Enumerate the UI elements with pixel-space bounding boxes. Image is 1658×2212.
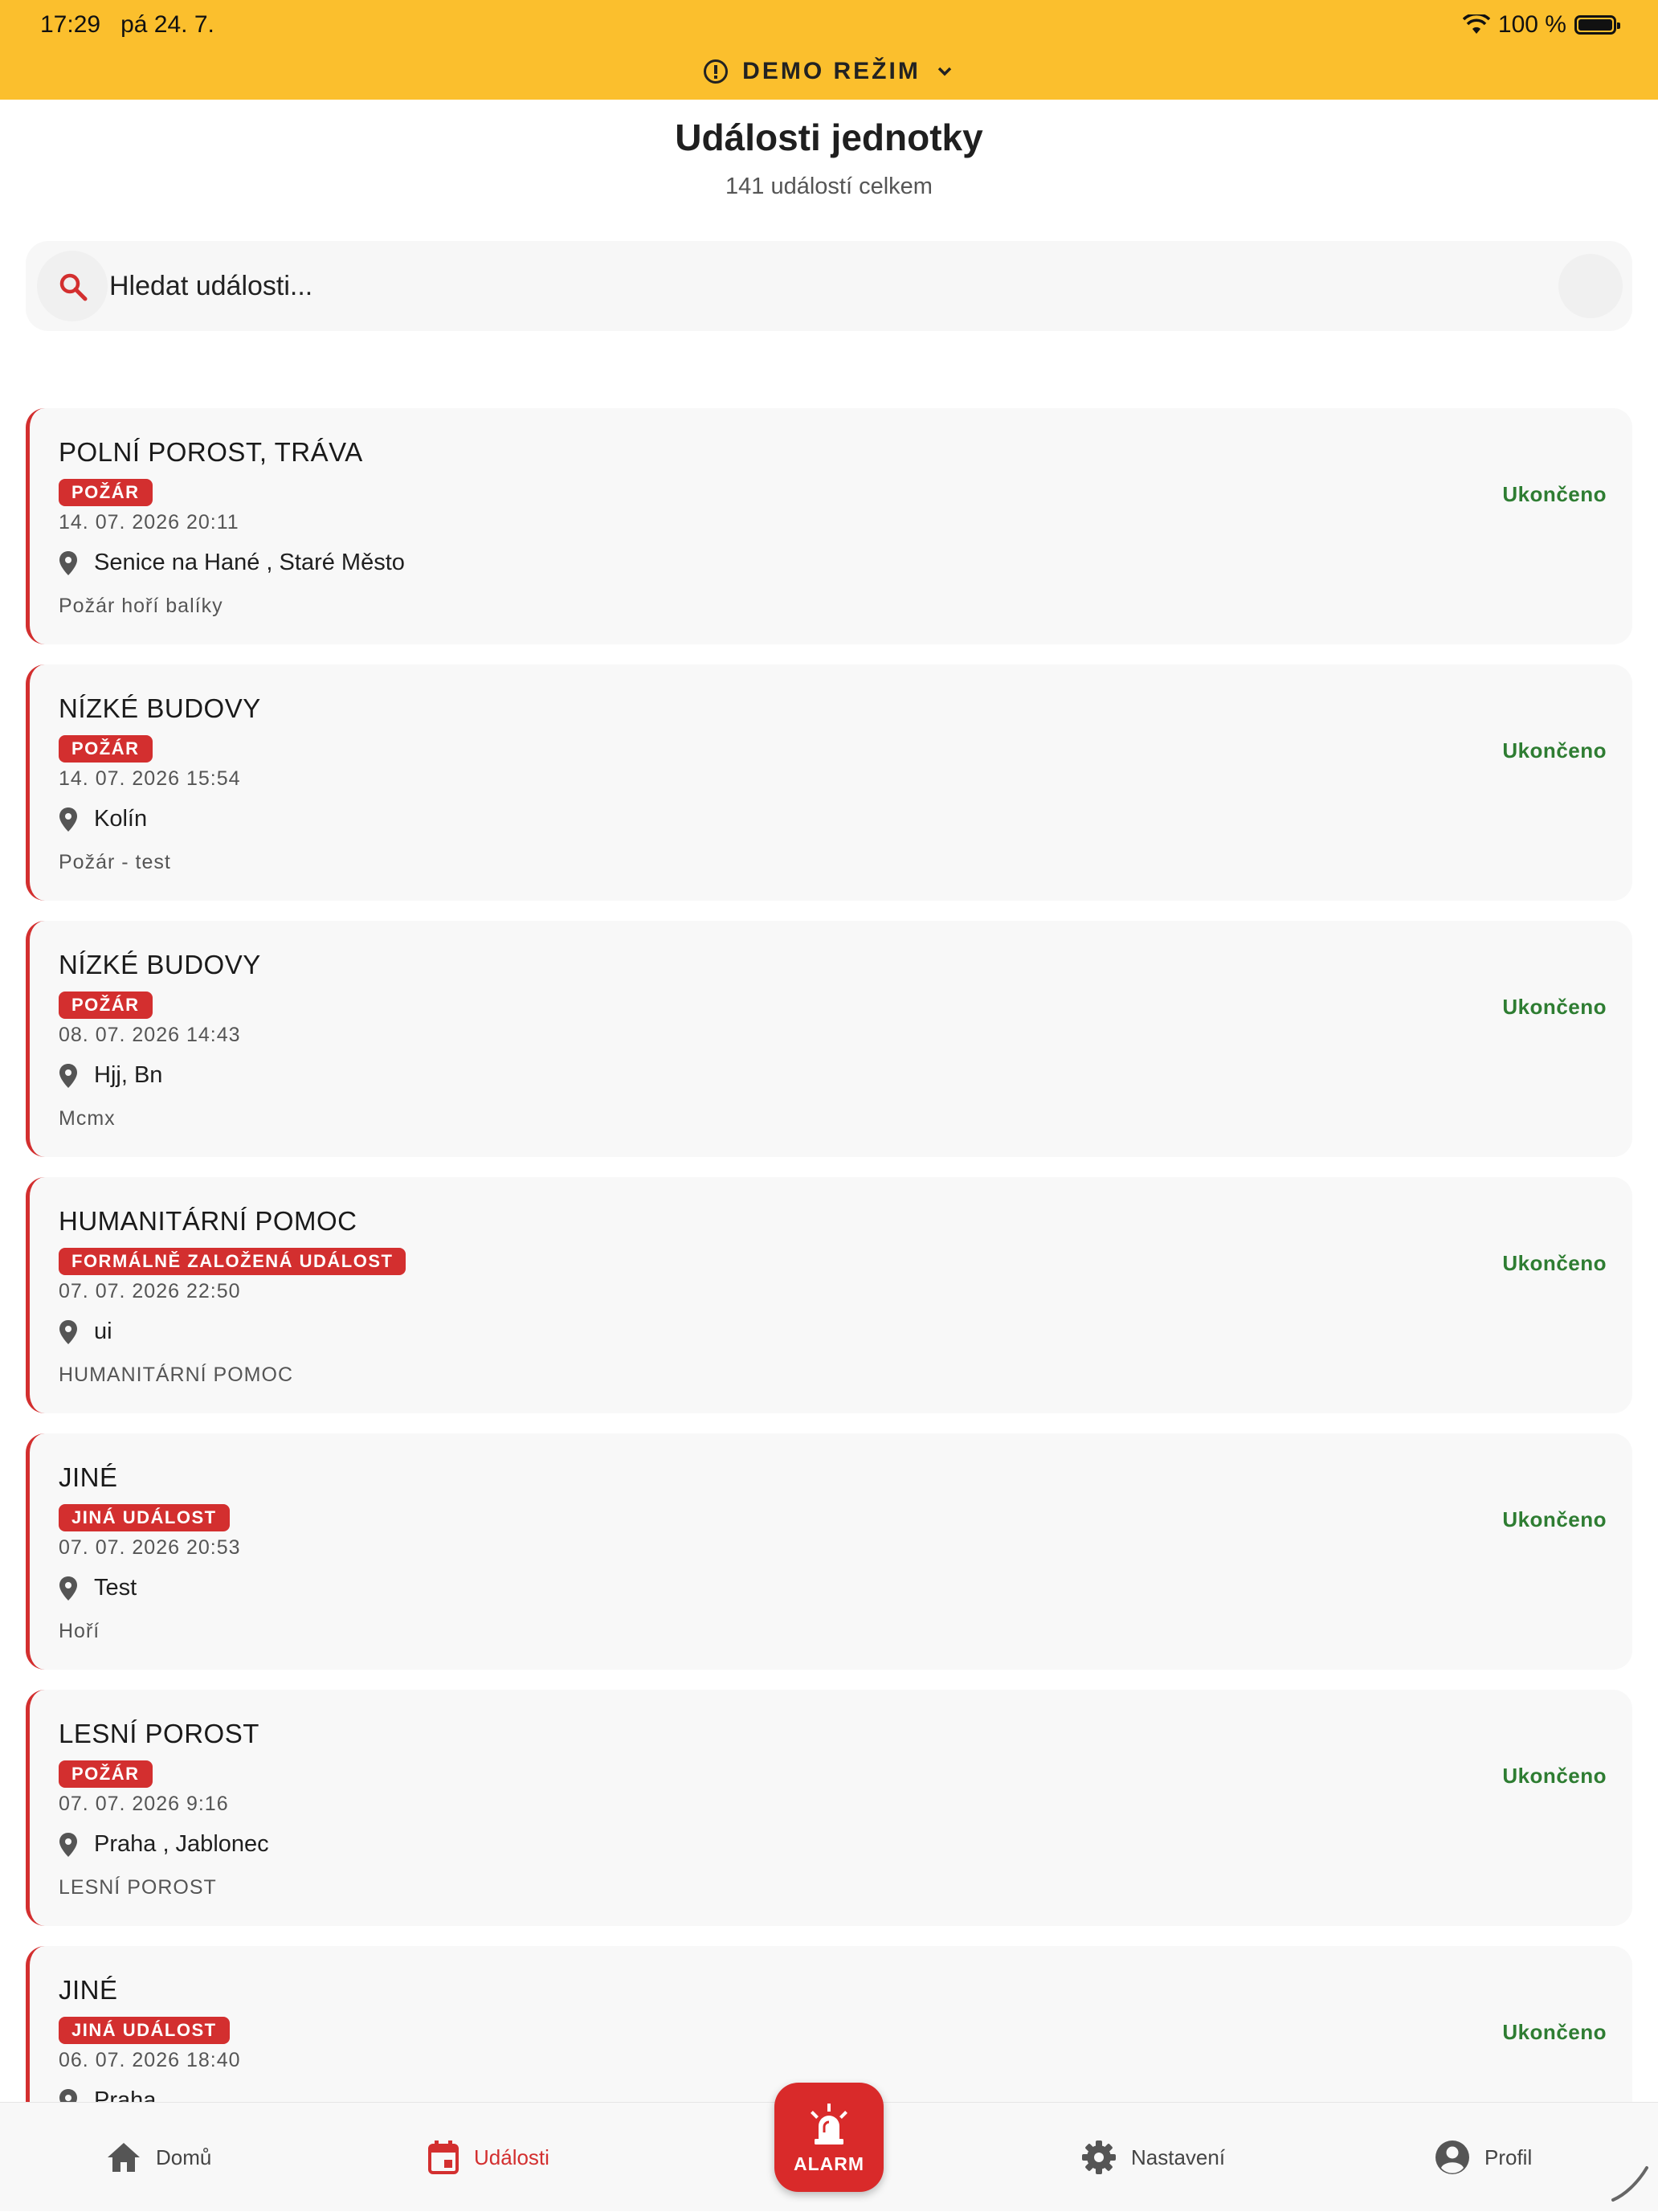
event-date: 07. 07. 2026 22:50 (59, 1280, 241, 1303)
event-list: POLNÍ POROST, TRÁVA POŽÁR 14. 07. 2026 2… (26, 408, 1632, 2202)
map-pin-icon (59, 550, 78, 576)
status-right: 100 % (1463, 11, 1616, 39)
event-date: 06. 07. 2026 18:40 (59, 2049, 241, 2072)
event-title: LESNÍ POROST (59, 1719, 259, 1749)
search-button[interactable] (37, 251, 108, 321)
event-location: Hjj, Bn (59, 1062, 162, 1089)
nav-home-label: Domů (156, 2145, 211, 2170)
event-status: Ukončeno (1502, 482, 1607, 507)
event-type-badge: FORMÁLNĚ ZALOŽENÁ UDÁLOST (59, 1248, 406, 1275)
event-type-badge: POŽÁR (59, 479, 153, 506)
alarm-label: ALARM (774, 2153, 884, 2175)
page-title: Události jednotky (0, 116, 1658, 159)
search-bar (26, 241, 1632, 331)
event-title: NÍZKÉ BUDOVY (59, 693, 261, 724)
alarm-button[interactable]: ALARM (774, 2083, 884, 2192)
event-location-text: Senice na Hané , Staré Město (94, 550, 405, 576)
demo-mode-toggle[interactable]: DEMO REŽIM (0, 58, 1658, 85)
gear-icon (1081, 2140, 1117, 2175)
siren-icon (808, 2104, 850, 2147)
search-clear-button[interactable] (1558, 254, 1623, 318)
event-card[interactable]: NÍZKÉ BUDOVY POŽÁR 08. 07. 2026 14:43 Hj… (26, 921, 1632, 1157)
event-location-text: Test (94, 1575, 137, 1601)
event-card[interactable]: HUMANITÁRNÍ POMOC FORMÁLNĚ ZALOŽENÁ UDÁL… (26, 1177, 1632, 1413)
event-title: JINÉ (59, 1462, 118, 1493)
event-type-badge: JINÁ UDÁLOST (59, 1504, 230, 1531)
event-title: NÍZKÉ BUDOVY (59, 950, 261, 980)
map-pin-icon (59, 1576, 78, 1601)
event-card[interactable]: POLNÍ POROST, TRÁVA POŽÁR 14. 07. 2026 2… (26, 408, 1632, 644)
event-location: Praha , Jablonec (59, 1831, 269, 1858)
nav-home[interactable]: Domů (106, 2103, 211, 2212)
chevron-down-icon (935, 62, 954, 81)
event-location-text: Kolín (94, 806, 147, 832)
event-type-badge: POŽÁR (59, 735, 153, 763)
account-circle-icon (1435, 2140, 1470, 2175)
status-time: 17:29 pá 24. 7. (40, 11, 214, 39)
event-location: Test (59, 1575, 137, 1601)
event-count: 141 událostí celkem (0, 174, 1658, 200)
map-pin-icon (59, 1319, 78, 1345)
event-status: Ukončeno (1502, 1251, 1607, 1276)
event-location: ui (59, 1319, 112, 1345)
nav-events-label: Události (474, 2145, 549, 2170)
event-description: Požár hoří balíky (59, 595, 223, 618)
demo-mode-label: DEMO REŽIM (742, 58, 921, 85)
nav-events[interactable]: Události (427, 2103, 549, 2212)
event-type-badge: POŽÁR (59, 992, 153, 1019)
alert-circle-icon (704, 59, 728, 84)
battery-percent: 100 % (1498, 11, 1566, 39)
event-card[interactable]: LESNÍ POROST POŽÁR 07. 07. 2026 9:16 Pra… (26, 1690, 1632, 1926)
pencil-stroke-icon (1607, 2160, 1652, 2205)
event-description: Hoří (59, 1620, 100, 1643)
event-status: Ukončeno (1502, 2020, 1607, 2045)
event-type-badge: POŽÁR (59, 1760, 153, 1788)
event-date: 08. 07. 2026 14:43 (59, 1024, 241, 1047)
event-date: 14. 07. 2026 15:54 (59, 767, 241, 791)
status-date: pá 24. 7. (120, 11, 214, 38)
event-status: Ukončeno (1502, 1507, 1607, 1532)
event-description: Požár - test (59, 851, 171, 874)
event-status: Ukončeno (1502, 1764, 1607, 1789)
calendar-icon (427, 2140, 459, 2175)
event-date: 07. 07. 2026 20:53 (59, 1536, 241, 1560)
nav-profile-label: Profil (1484, 2145, 1532, 2170)
nav-settings[interactable]: Nastavení (1081, 2103, 1225, 2212)
nav-settings-label: Nastavení (1131, 2145, 1225, 2170)
event-description: Mcmx (59, 1107, 116, 1131)
status-bar: 17:29 pá 24. 7. 100 % DEMO REŽIM (0, 0, 1658, 100)
event-description: HUMANITÁRNÍ POMOC (59, 1364, 293, 1387)
wifi-icon (1463, 14, 1490, 35)
event-status: Ukončeno (1502, 995, 1607, 1020)
event-card[interactable]: NÍZKÉ BUDOVY POŽÁR 14. 07. 2026 15:54 Ko… (26, 664, 1632, 901)
event-title: HUMANITÁRNÍ POMOC (59, 1206, 357, 1237)
map-pin-icon (59, 1832, 78, 1858)
search-input[interactable] (109, 262, 1475, 310)
event-type-badge: JINÁ UDÁLOST (59, 2017, 230, 2044)
event-location-text: Praha , Jablonec (94, 1831, 269, 1858)
search-icon (58, 272, 88, 302)
event-description: LESNÍ POROST (59, 1876, 217, 1899)
clock: 17:29 (40, 11, 100, 38)
event-location-text: Hjj, Bn (94, 1062, 162, 1089)
map-pin-icon (59, 1063, 78, 1089)
event-title: JINÉ (59, 1975, 118, 2006)
home-icon (106, 2141, 141, 2173)
event-date: 14. 07. 2026 20:11 (59, 511, 239, 534)
event-date: 07. 07. 2026 9:16 (59, 1793, 229, 1816)
nav-profile[interactable]: Profil (1435, 2103, 1532, 2212)
event-title: POLNÍ POROST, TRÁVA (59, 437, 363, 468)
event-status: Ukončeno (1502, 738, 1607, 763)
battery-icon (1574, 15, 1616, 35)
event-location: Kolín (59, 806, 147, 832)
event-location-text: ui (94, 1319, 112, 1345)
event-card[interactable]: JINÉ JINÁ UDÁLOST 07. 07. 2026 20:53 Tes… (26, 1433, 1632, 1670)
event-location: Senice na Hané , Staré Město (59, 550, 405, 576)
map-pin-icon (59, 807, 78, 832)
